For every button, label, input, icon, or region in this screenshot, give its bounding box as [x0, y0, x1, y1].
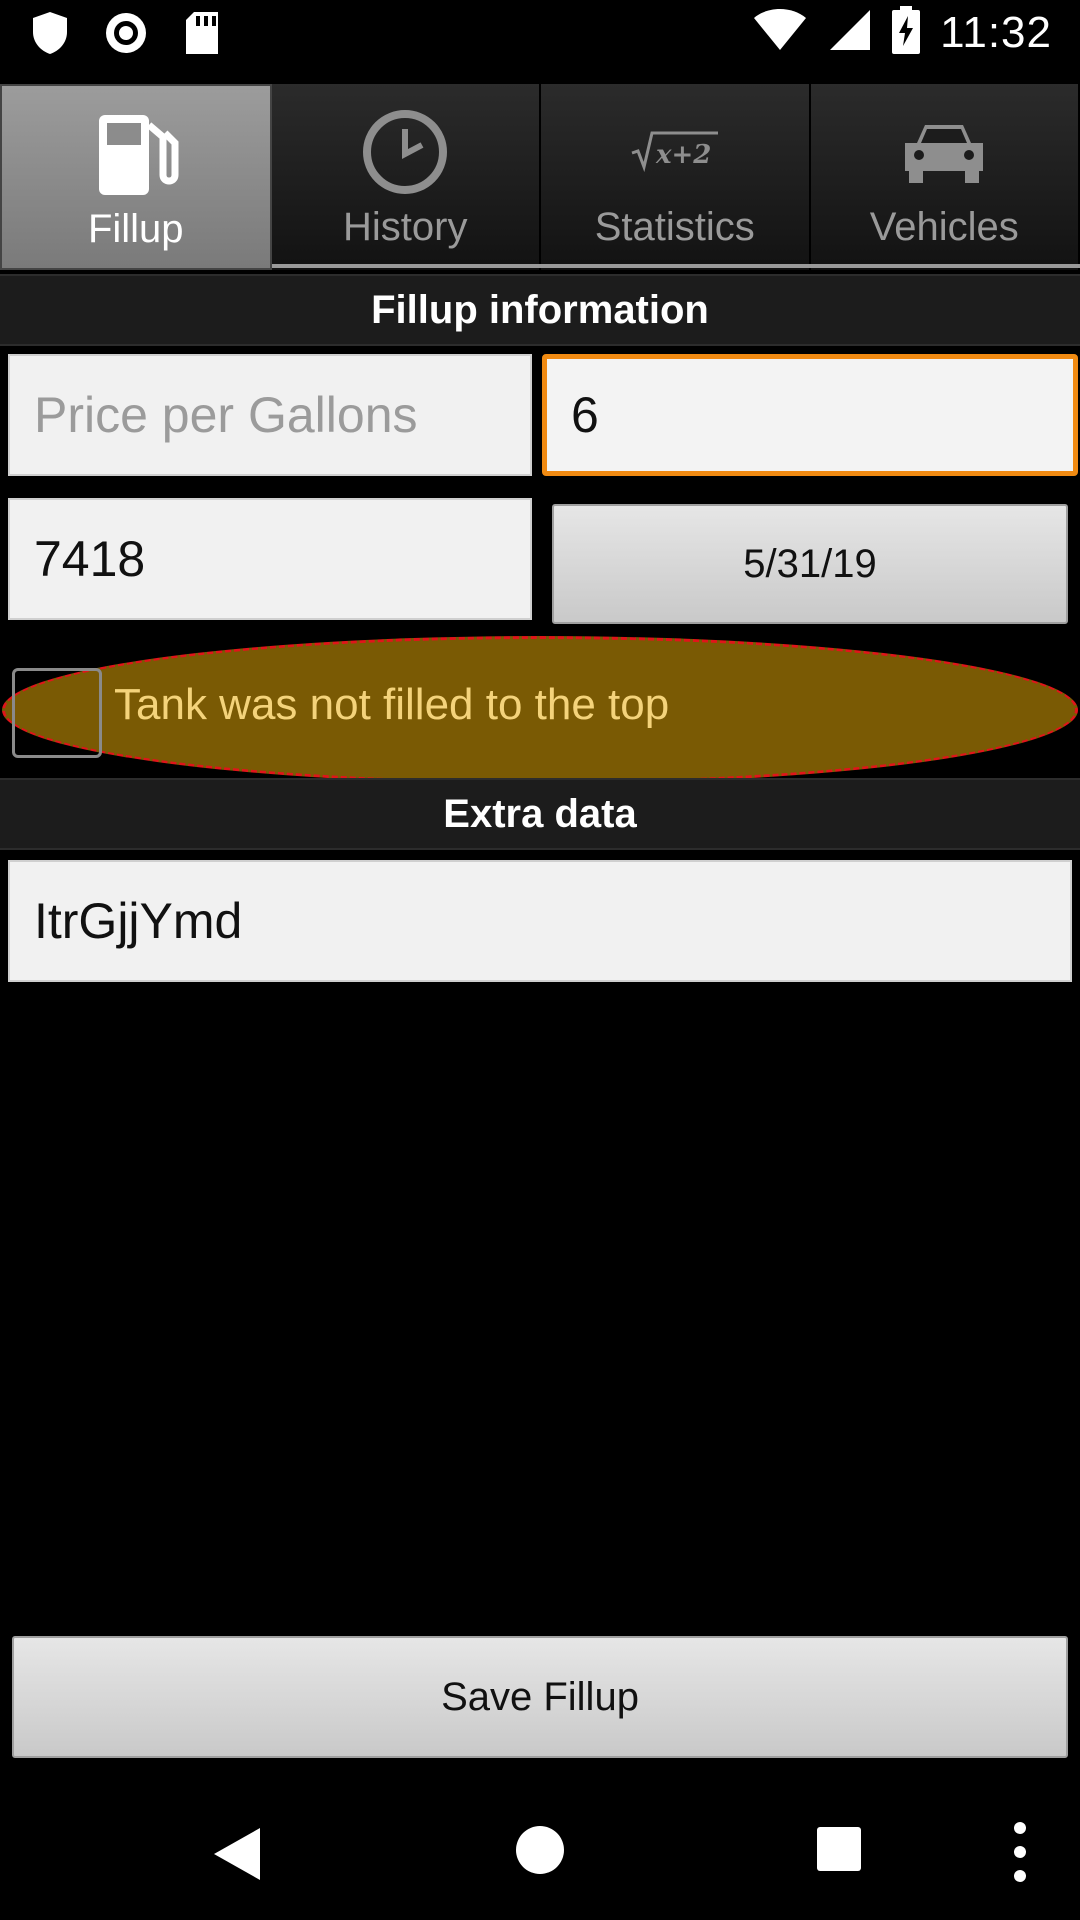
record-icon — [104, 11, 148, 60]
price-per-gallon-input[interactable]: Price per Gallons — [8, 354, 532, 476]
system-nav-bar — [0, 1776, 1080, 1920]
fuel-pump-icon — [91, 106, 181, 201]
more-icon[interactable] — [1008, 1820, 1032, 1889]
shield-icon — [30, 10, 70, 61]
clock-icon — [360, 104, 450, 199]
tab-label: Fillup — [87, 207, 184, 251]
tab-statistics[interactable]: x+2 Statistics — [541, 84, 811, 270]
tab-divider — [272, 264, 1080, 268]
sqrt-formula-icon: x+2 — [630, 104, 720, 199]
recents-icon[interactable] — [816, 1826, 862, 1877]
tab-label: History — [343, 205, 468, 249]
battery-charging-icon — [892, 6, 921, 59]
tab-vehicles[interactable]: Vehicles — [810, 84, 1080, 270]
gallons-input[interactable]: 6 — [542, 354, 1078, 476]
section-header-fillup: Fillup information — [0, 274, 1080, 346]
odometer-input[interactable]: 7418 — [8, 498, 532, 620]
tab-fillup[interactable]: Fillup — [0, 84, 272, 270]
tab-label: Statistics — [594, 205, 755, 249]
tab-history[interactable]: History — [271, 84, 541, 270]
status-bar: 11:32 — [0, 0, 1080, 72]
sd-card-icon — [182, 10, 222, 61]
partial-fill-checkbox[interactable] — [12, 668, 102, 758]
comment-input[interactable]: ItrGjjYmd — [8, 860, 1072, 982]
tab-label: Vehicles — [869, 205, 1019, 249]
clock-time: 11:32 — [940, 7, 1052, 57]
back-icon[interactable] — [210, 1824, 266, 1889]
car-icon — [899, 104, 989, 199]
section-title: Fillup information — [371, 287, 709, 332]
svg-text:x+2: x+2 — [655, 140, 711, 170]
save-fillup-button[interactable]: Save Fillup — [12, 1636, 1068, 1758]
date-button[interactable]: 5/31/19 — [552, 504, 1068, 624]
cell-signal-icon — [828, 8, 872, 57]
tab-bar: Fillup History x+2 Statistics Vehicles — [0, 84, 1080, 270]
wifi-icon — [752, 8, 808, 57]
partial-fill-label[interactable]: Tank was not filled to the top — [114, 680, 669, 730]
section-title: Extra data — [443, 791, 637, 836]
section-header-extra: Extra data — [0, 778, 1080, 850]
home-icon[interactable] — [514, 1824, 566, 1881]
